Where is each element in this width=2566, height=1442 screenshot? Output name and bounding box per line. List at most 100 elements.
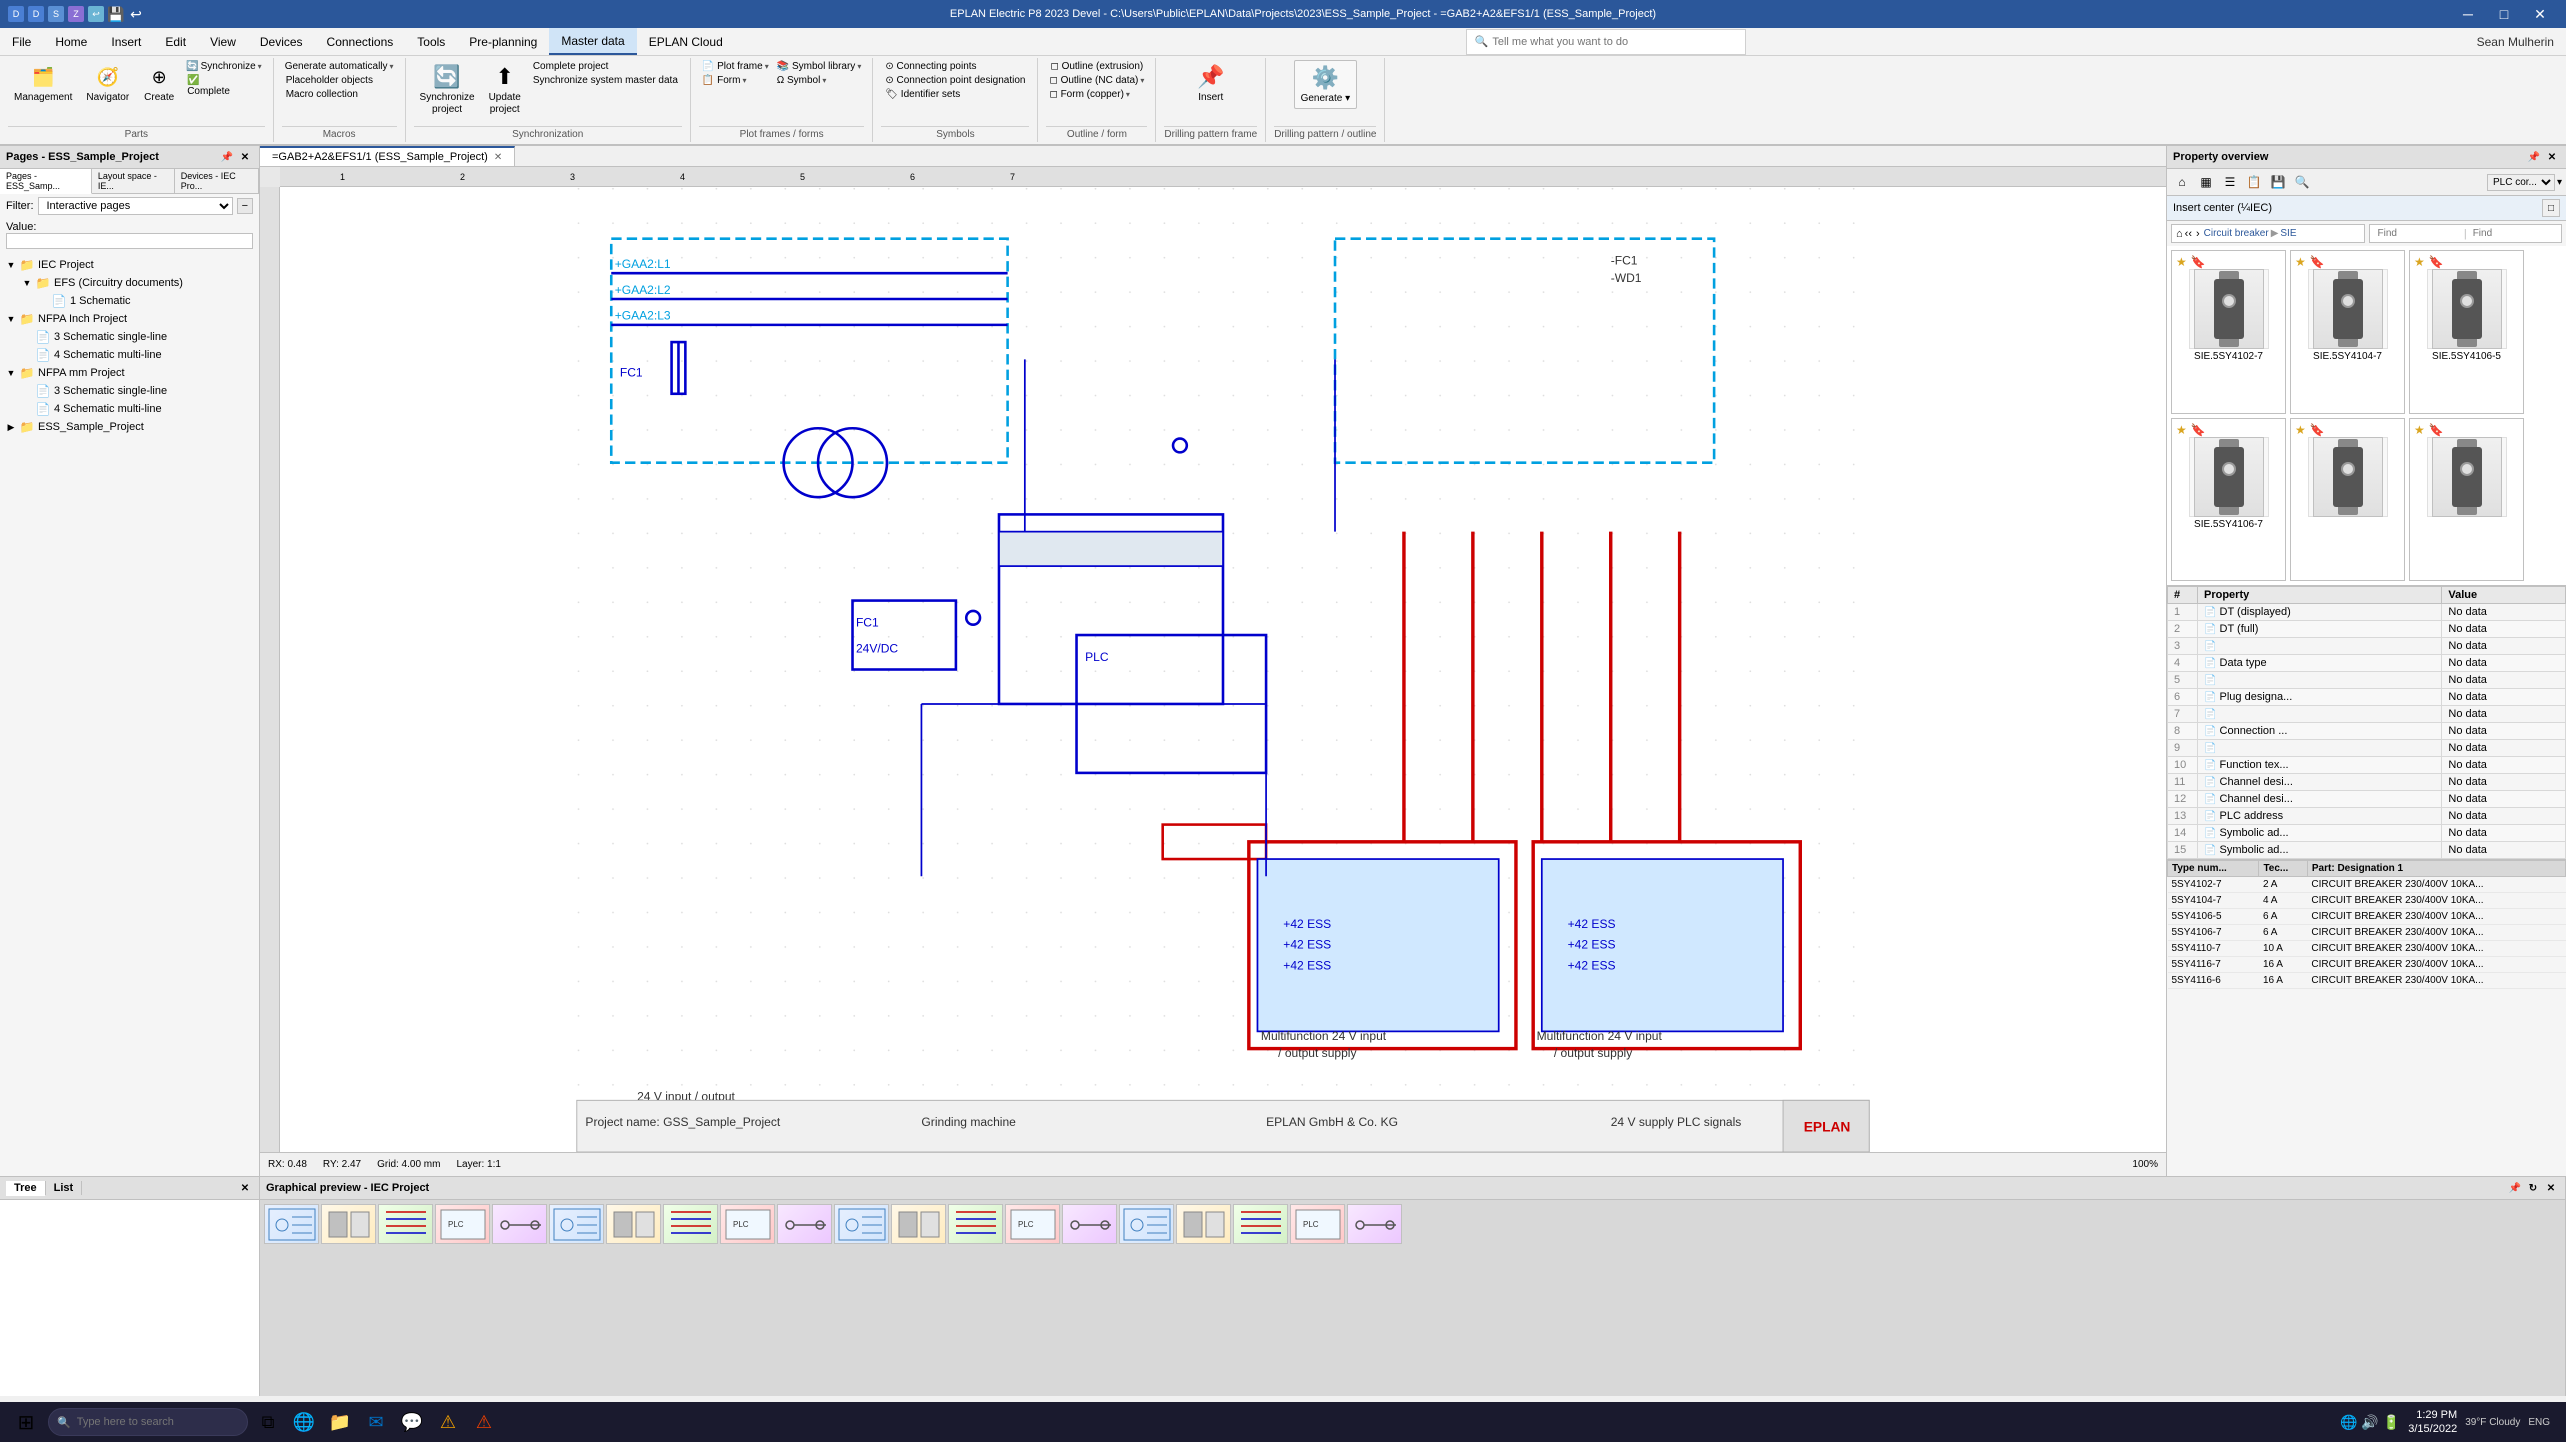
right-panel-pin[interactable]: 📌: [2526, 149, 2542, 165]
gp-thumb-15[interactable]: [1119, 1204, 1174, 1244]
taskbar-search-input[interactable]: [77, 1416, 239, 1428]
rp-copy-btn[interactable]: 📋: [2243, 171, 2265, 193]
gp-thumb-19[interactable]: [1347, 1204, 1402, 1244]
taskbar-battery-icon[interactable]: 🔋: [2383, 1414, 2400, 1431]
pages-tab[interactable]: Pages - ESS_Samp...: [0, 169, 92, 194]
prop-row-14[interactable]: 15 📄 Symbolic ad... No data: [2168, 842, 2566, 859]
gp-refresh[interactable]: ↻: [2525, 1180, 2541, 1196]
gp-thumb-16[interactable]: [1176, 1204, 1231, 1244]
prop-row-8[interactable]: 9 📄 No data: [2168, 740, 2566, 757]
identifier-sets-button[interactable]: 🏷 Identifier sets: [881, 88, 1029, 101]
devices-tab[interactable]: Devices - IEC Pro...: [175, 169, 259, 193]
prop-row-1[interactable]: 2 📄 DT (full) No data: [2168, 621, 2566, 638]
rp-save-btn[interactable]: 💾: [2267, 171, 2289, 193]
rp-size-btn[interactable]: □: [2542, 199, 2560, 217]
star-icon-2[interactable]: ★: [2295, 255, 2306, 269]
tree-panel-content[interactable]: [0, 1200, 259, 1396]
tree-panel-close[interactable]: ✕: [237, 1180, 253, 1196]
filter-select[interactable]: Interactive pages: [38, 197, 233, 215]
iec-project-toggle[interactable]: ▼: [4, 258, 18, 272]
tree-item-ess-sample[interactable]: ▶ 📁 ESS_Sample_Project: [4, 418, 255, 436]
tree-item-4multi-nfpa-inch[interactable]: 📄 4 Schematic multi-line: [20, 346, 255, 364]
symbol-dropdown[interactable]: Ω Symbol ▾: [774, 74, 865, 87]
canvas-area[interactable]: 1 2 3 4 5 6 7: [260, 167, 2166, 1152]
prop-row-5[interactable]: 6 📄 Plug designa... No data: [2168, 689, 2566, 706]
gp-close[interactable]: ✕: [2543, 1180, 2559, 1196]
connecting-points-button[interactable]: ⊙ Connecting points: [881, 60, 1029, 73]
bookmark-icon-4[interactable]: 🔖: [2191, 423, 2206, 437]
outline-extrusion-button[interactable]: ◻ Outline (extrusion): [1046, 60, 1147, 73]
menu-connections[interactable]: Connections: [315, 28, 406, 55]
part-list-row-6[interactable]: 5SY4116-6 16 A CIRCUIT BREAKER 230/400V …: [2168, 973, 2566, 989]
taskbar-icon-outlook[interactable]: ✉: [360, 1406, 392, 1438]
plot-frame-dropdown[interactable]: 📄 Plot frame ▾: [699, 60, 772, 73]
synchronize-dropdown[interactable]: 🔄 Synchronize ▾: [183, 60, 265, 73]
tree-item-4multi-nfpa-mm[interactable]: 📄 4 Schematic multi-line: [20, 400, 255, 418]
gp-thumb-9[interactable]: [777, 1204, 832, 1244]
part-card-5sy4102-7[interactable]: ★ 🔖: [2171, 250, 2286, 414]
value-input[interactable]: [6, 233, 253, 249]
drill-insert-button[interactable]: 📌 Insert: [1189, 60, 1233, 107]
part-card-5sy4106-7[interactable]: ★ 🔖 SIE.5SY41: [2171, 418, 2286, 582]
gp-thumb-17[interactable]: [1233, 1204, 1288, 1244]
gp-thumb-12[interactable]: [948, 1204, 1003, 1244]
part-card-5sy4106-5[interactable]: ★ 🔖 SIE.5SY41: [2409, 250, 2524, 414]
bookmark-icon-1[interactable]: 🔖: [2191, 255, 2206, 269]
bookmark-icon-3[interactable]: 🔖: [2429, 255, 2444, 269]
generate-button[interactable]: ⚙️ Generate ▾: [1294, 60, 1358, 109]
tree-item-1schematic[interactable]: 📄 1 Schematic: [36, 292, 255, 310]
generate-auto-dropdown[interactable]: Generate automatically ▾: [282, 60, 397, 73]
part-list-row-2[interactable]: 5SY4106-5 6 A CIRCUIT BREAKER 230/400V 1…: [2168, 909, 2566, 925]
prop-row-3[interactable]: 4 📄 Data type No data: [2168, 655, 2566, 672]
efs-toggle[interactable]: ▼: [20, 276, 34, 290]
part-card-5sy4104-7[interactable]: ★ 🔖 SIE.5SY41: [2290, 250, 2405, 414]
create-button[interactable]: ⊕ Create: [137, 60, 181, 107]
navigator-button[interactable]: 🧭 Navigator: [80, 60, 135, 107]
menu-devices[interactable]: Devices: [248, 28, 315, 55]
tree-item-iec-project[interactable]: ▼ 📁 IEC Project: [4, 256, 255, 274]
star-icon-1[interactable]: ★: [2176, 255, 2187, 269]
gp-thumb-13[interactable]: PLC: [1005, 1204, 1060, 1244]
menu-eplancloud[interactable]: EPLAN Cloud: [637, 28, 735, 55]
prop-row-0[interactable]: 1 📄 DT (displayed) No data: [2168, 604, 2566, 621]
gp-thumb-6[interactable]: [606, 1204, 661, 1244]
bookmark-icon-5[interactable]: 🔖: [2310, 423, 2325, 437]
taskbar-search-box[interactable]: 🔍: [48, 1408, 248, 1436]
tab-tree[interactable]: Tree: [6, 1181, 46, 1196]
gp-thumb-14[interactable]: [1062, 1204, 1117, 1244]
star-icon-4[interactable]: ★: [2176, 423, 2187, 437]
search-input[interactable]: [1492, 36, 1736, 48]
taskbar-icon-explorer[interactable]: 📁: [324, 1406, 356, 1438]
prop-row-2[interactable]: 3 📄 No data: [2168, 638, 2566, 655]
taskbar-icon-task-view[interactable]: ⧉: [252, 1406, 284, 1438]
gp-thumb-7[interactable]: [663, 1204, 718, 1244]
sync-master-button[interactable]: Synchronize system master data: [529, 74, 682, 87]
complete-button[interactable]: ✅ 1 Schematic Complete: [183, 74, 265, 98]
ess-sample-toggle[interactable]: ▶: [4, 420, 18, 434]
ribbon-search-bar[interactable]: 🔍: [1466, 29, 1746, 55]
maximize-button[interactable]: □: [2486, 0, 2522, 28]
prop-row-12[interactable]: 13 📄 PLC address No data: [2168, 808, 2566, 825]
taskbar-network-icon[interactable]: 🌐: [2340, 1414, 2357, 1431]
gp-thumb-3[interactable]: PLC: [435, 1204, 490, 1244]
nfpa-mm-toggle[interactable]: ▼: [4, 366, 18, 380]
rp-list-btn[interactable]: ☰: [2219, 171, 2241, 193]
prop-row-7[interactable]: 8 📄 Connection ... No data: [2168, 723, 2566, 740]
gp-thumb-11[interactable]: [891, 1204, 946, 1244]
symbol-library-dropdown[interactable]: 📚 Symbol library ▾: [774, 60, 865, 73]
tree-item-efs[interactable]: ▼ 📁 EFS (Circuitry documents): [20, 274, 255, 292]
menu-file[interactable]: File: [0, 28, 43, 55]
part-list-row-0[interactable]: 5SY4102-7 2 A CIRCUIT BREAKER 230/400V 1…: [2168, 877, 2566, 893]
right-panel-close[interactable]: ✕: [2544, 149, 2560, 165]
part-list-row-4[interactable]: 5SY4110-7 10 A CIRCUIT BREAKER 230/400V …: [2168, 941, 2566, 957]
nav-back-icon[interactable]: ‹‹: [2185, 228, 2192, 240]
rp-search-right[interactable]: [2469, 226, 2557, 241]
doc-tab-close[interactable]: ✕: [494, 152, 502, 163]
menu-preplanning[interactable]: Pre-planning: [457, 28, 549, 55]
breadcrumb-sie[interactable]: SIE: [2280, 228, 2296, 239]
layout-tab[interactable]: Layout space - IE...: [92, 169, 175, 193]
bookmark-icon-6[interactable]: 🔖: [2429, 423, 2444, 437]
prop-row-10[interactable]: 11 📄 Channel desi... No data: [2168, 774, 2566, 791]
taskbar-icon-warning-1[interactable]: ⚠: [432, 1406, 464, 1438]
nav-forward-icon[interactable]: ›: [2196, 228, 2200, 240]
